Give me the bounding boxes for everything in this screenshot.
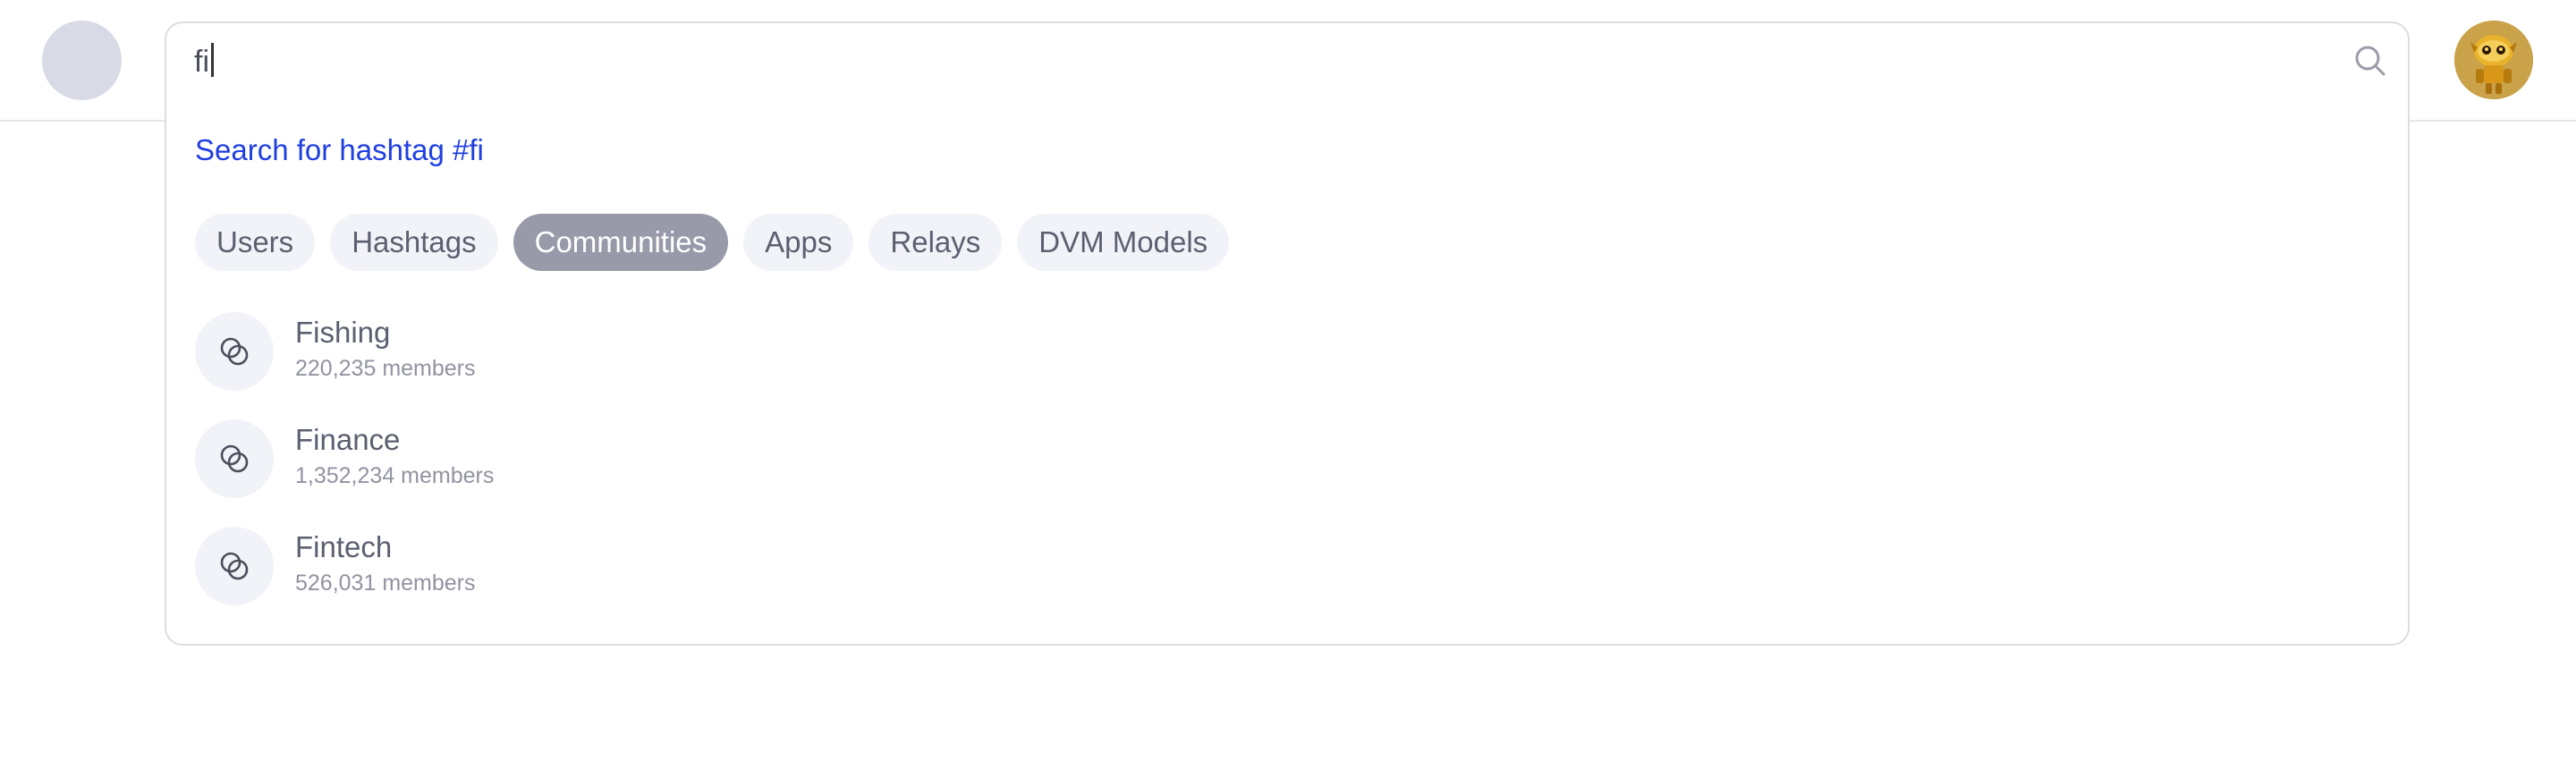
community-result-item[interactable]: Fishing 220,235 members (195, 312, 2342, 419)
search-icon[interactable] (2352, 43, 2388, 79)
user-avatar[interactable] (2454, 21, 2533, 99)
filter-chip-relays[interactable]: Relays (869, 214, 1003, 271)
community-members: 1,352,234 members (295, 463, 495, 488)
community-name: Fintech (295, 530, 393, 563)
community-result-item[interactable]: Finance 1,352,234 members (195, 419, 2342, 527)
filter-chip-communities[interactable]: Communities (513, 214, 729, 271)
search-input[interactable]: fi (194, 43, 214, 80)
community-icon (195, 527, 274, 605)
logo-placeholder[interactable] (42, 21, 122, 100)
filter-chip-dvm-models[interactable]: DVM Models (1017, 214, 1230, 271)
community-members: 526,031 members (295, 571, 476, 596)
community-name: Fishing (295, 316, 391, 349)
filter-chip-apps[interactable]: Apps (743, 214, 854, 271)
community-icon (195, 312, 274, 391)
text-caret (211, 43, 214, 77)
filter-chip-hashtags[interactable]: Hashtags (330, 214, 498, 271)
community-members: 220,235 members (295, 356, 476, 381)
search-bar: fi (166, 23, 2408, 100)
results-list: Fishing 220,235 members Finance 1,352,23… (195, 312, 2342, 634)
filter-chips: Users Hashtags Communities Apps Relays D… (195, 214, 1230, 271)
community-name: Finance (295, 423, 401, 456)
filter-chip-users[interactable]: Users (195, 214, 316, 271)
hashtag-search-link[interactable]: Search for hashtag #fi (195, 132, 484, 168)
search-input-value: fi (194, 45, 209, 79)
community-icon (195, 419, 274, 498)
robot-avatar-image (2454, 21, 2533, 99)
search-dropdown-panel: fi Search for hashtag #fi Users Hashtags… (165, 21, 2410, 646)
community-result-item[interactable]: Fintech 526,031 members (195, 527, 2342, 634)
